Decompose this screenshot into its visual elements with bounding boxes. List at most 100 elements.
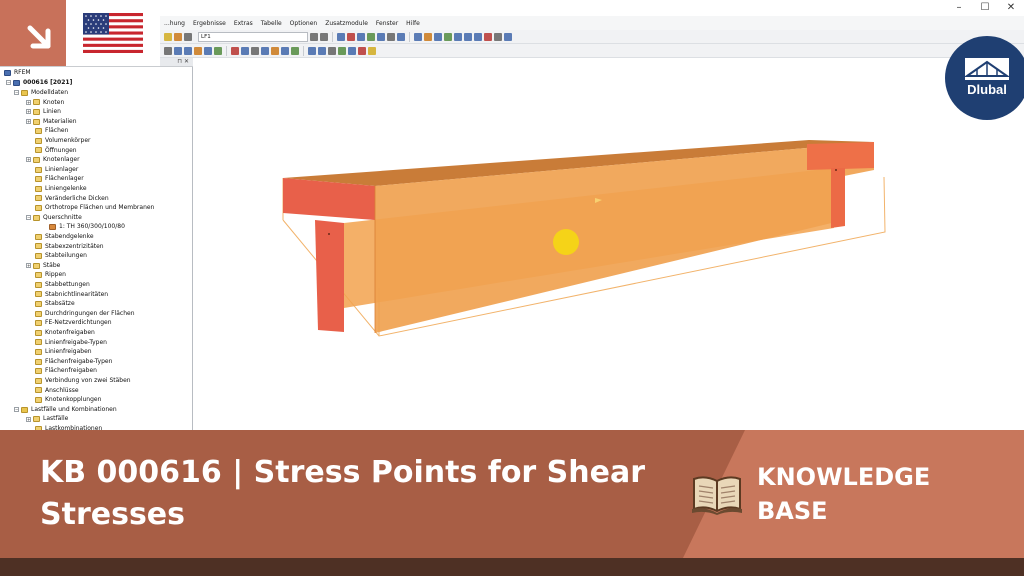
- tree-item[interactable]: Liniengelenke: [26, 184, 87, 194]
- open-file-icon[interactable]: [174, 32, 182, 41]
- tree-item[interactable]: 1: TH 360/300/100/80: [40, 222, 125, 232]
- tree-item[interactable]: + Linien: [26, 107, 61, 117]
- minimize-button[interactable]: –: [946, 0, 972, 16]
- tree-item[interactable]: + Stäbe: [26, 261, 60, 271]
- print-icon[interactable]: [377, 32, 385, 41]
- menu-item-zusatzmodule[interactable]: Zusatzmodule: [321, 20, 372, 27]
- mirror-icon[interactable]: [318, 46, 326, 55]
- save-icon[interactable]: [184, 32, 192, 41]
- previous-icon[interactable]: [310, 32, 318, 41]
- tree-item[interactable]: Veränderliche Dicken: [26, 194, 109, 204]
- deformation-icon[interactable]: [347, 32, 355, 41]
- view-z-icon[interactable]: [474, 32, 482, 41]
- copy-icon[interactable]: [308, 46, 316, 55]
- tree-item[interactable]: Linienfreigabe-Typen: [26, 338, 107, 348]
- navigator-pin-icon[interactable]: ⊓ ✕: [177, 58, 189, 65]
- new-file-icon[interactable]: [164, 32, 172, 41]
- tree-item[interactable]: Stabnichtlinearitäten: [26, 290, 108, 300]
- tree-item[interactable]: Stabexzentrizitäten: [26, 242, 104, 252]
- render-icon[interactable]: [414, 32, 422, 41]
- table-icon[interactable]: [387, 32, 395, 41]
- collapse-icon[interactable]: −: [14, 407, 19, 413]
- member-icon[interactable]: [194, 46, 202, 55]
- select-icon[interactable]: [164, 46, 172, 55]
- tree-item[interactable]: Stabteilungen: [26, 251, 87, 261]
- tree-item[interactable]: − Modelldaten: [14, 88, 68, 98]
- help-icon[interactable]: [504, 32, 512, 41]
- expand-icon[interactable]: +: [26, 109, 31, 115]
- tree-item[interactable]: Stabbettungen: [26, 280, 90, 290]
- tree-item[interactable]: Flächen: [26, 126, 68, 136]
- expand-icon[interactable]: +: [26, 119, 31, 125]
- support-icon[interactable]: [214, 46, 222, 55]
- collapse-icon[interactable]: −: [6, 80, 11, 86]
- tree-root[interactable]: RFEM: [4, 68, 31, 78]
- tree-item[interactable]: Stabsätze: [26, 299, 75, 309]
- tree-item[interactable]: Stabendgelenke: [26, 232, 94, 242]
- tree-item[interactable]: Knotenfreigaben: [26, 328, 95, 338]
- check-icon[interactable]: [358, 46, 366, 55]
- tree-item[interactable]: − Querschnitte: [26, 213, 82, 223]
- menu-item-fenster[interactable]: Fenster: [372, 20, 402, 27]
- tree-item[interactable]: Linienlager: [26, 165, 78, 175]
- dimension-icon[interactable]: [261, 46, 269, 55]
- language-flag-box[interactable]: [66, 0, 160, 66]
- expand-icon[interactable]: +: [26, 99, 31, 105]
- tree-item[interactable]: Orthotrope Flächen und Membranen: [26, 203, 154, 213]
- tree-item[interactable]: Öffnungen: [26, 146, 77, 156]
- iso-view-icon[interactable]: [444, 32, 452, 41]
- tree-item[interactable]: Knotenkopplungen: [26, 395, 101, 405]
- view-x-icon[interactable]: [454, 32, 462, 41]
- measure-icon[interactable]: [328, 46, 336, 55]
- model-viewport[interactable]: [194, 58, 1024, 430]
- close-button[interactable]: ✕: [998, 0, 1024, 16]
- loadcase-combo[interactable]: LF1: [198, 31, 308, 42]
- wireframe-icon[interactable]: [434, 32, 442, 41]
- tree-item[interactable]: + Materialien: [26, 117, 77, 127]
- tree-item[interactable]: Rippen: [26, 270, 66, 280]
- results-icon[interactable]: [337, 32, 345, 41]
- zoom-icon[interactable]: [397, 32, 405, 41]
- tree-item[interactable]: + Knoten: [26, 98, 64, 108]
- filter-icon[interactable]: [338, 46, 346, 55]
- node-icon[interactable]: [174, 46, 182, 55]
- menu-item-berechnung[interactable]: ...hung: [160, 20, 189, 27]
- maximize-button[interactable]: ☐: [972, 0, 998, 16]
- menu-item-ergebnisse[interactable]: Ergebnisse: [189, 20, 230, 27]
- calculate-icon[interactable]: [367, 32, 375, 41]
- surface-icon[interactable]: [204, 46, 212, 55]
- tree-item[interactable]: Volumenkörper: [26, 136, 90, 146]
- visibility-icon[interactable]: [348, 46, 356, 55]
- menu-item-extras[interactable]: Extras: [230, 20, 257, 27]
- load-icon[interactable]: [231, 46, 239, 55]
- solid-view-icon[interactable]: [424, 32, 432, 41]
- tree-project[interactable]: − 000616 [2021]: [6, 78, 72, 88]
- expand-icon[interactable]: +: [26, 263, 31, 269]
- tree-item[interactable]: Flächenlager: [26, 174, 84, 184]
- next-icon[interactable]: [320, 32, 328, 41]
- tree-item[interactable]: Flächenfreigaben: [26, 366, 97, 376]
- rotate-icon[interactable]: [281, 46, 289, 55]
- collapse-icon[interactable]: −: [14, 90, 19, 96]
- expand-icon[interactable]: +: [26, 416, 31, 422]
- section-icon[interactable]: [271, 46, 279, 55]
- tree-item[interactable]: + Lastfälle: [26, 414, 68, 424]
- line-icon[interactable]: [184, 46, 192, 55]
- menu-item-tabelle[interactable]: Tabelle: [257, 20, 286, 27]
- settings-icon[interactable]: [494, 32, 502, 41]
- delete-icon[interactable]: [484, 32, 492, 41]
- menu-item-optionen[interactable]: Optionen: [286, 20, 322, 27]
- menu-item-hilfe[interactable]: Hilfe: [402, 20, 424, 27]
- view-icon[interactable]: [357, 32, 365, 41]
- tree-item[interactable]: Verbindung von zwei Stäben: [26, 376, 131, 386]
- tree-item[interactable]: Flächenfreigabe-Typen: [26, 357, 112, 367]
- tree-item[interactable]: + Knotenlager: [26, 155, 80, 165]
- tree-item[interactable]: Linienfreigaben: [26, 347, 92, 357]
- tree-item[interactable]: Durchdringungen der Flächen: [26, 309, 135, 319]
- expand-icon[interactable]: +: [26, 157, 31, 163]
- chart-icon[interactable]: [368, 46, 376, 55]
- collapse-icon[interactable]: −: [26, 215, 31, 221]
- move-icon[interactable]: [291, 46, 299, 55]
- tree-item[interactable]: Anschlüsse: [26, 386, 79, 396]
- view-y-icon[interactable]: [464, 32, 472, 41]
